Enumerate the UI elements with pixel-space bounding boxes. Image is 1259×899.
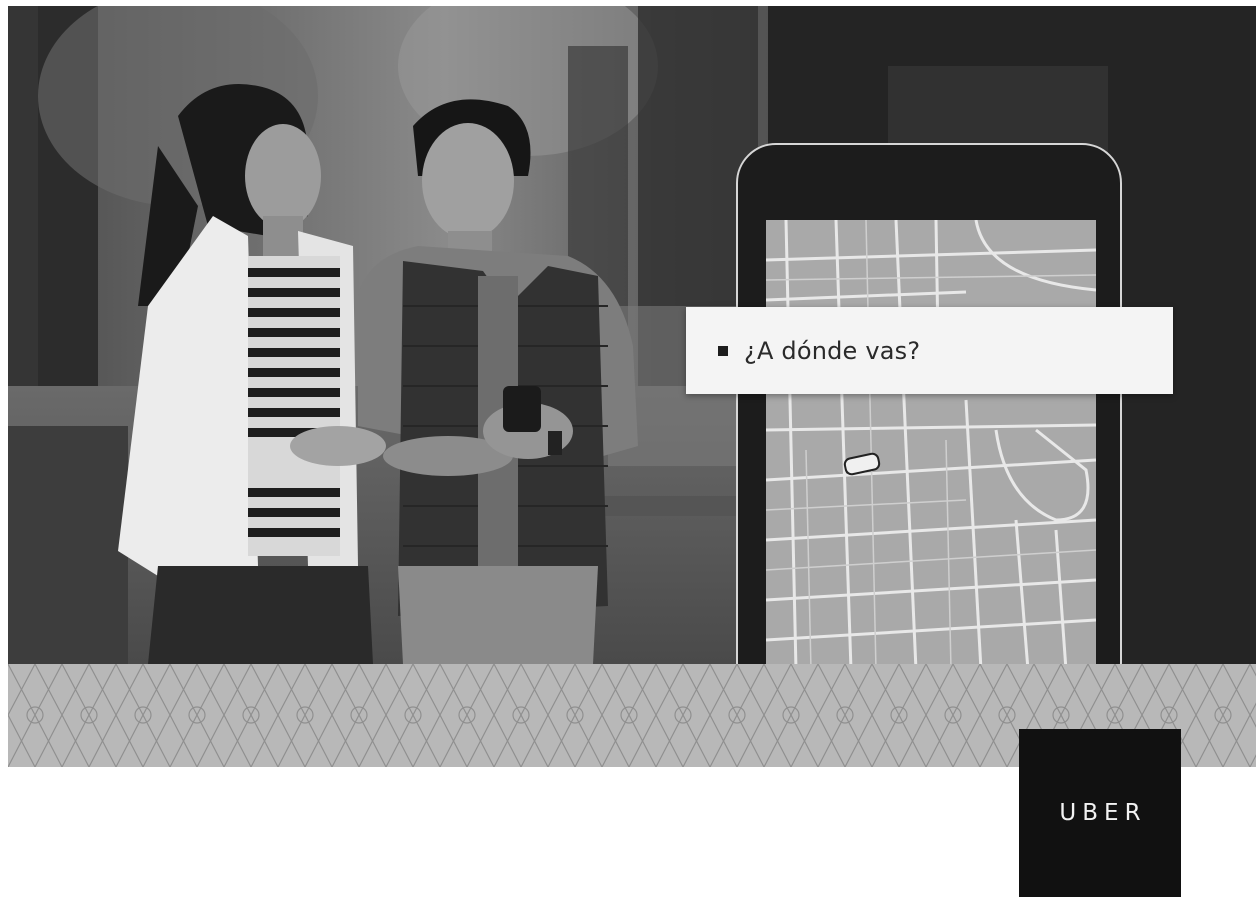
uber-logo: UBER (1019, 729, 1181, 897)
destination-search-bar[interactable]: ¿A dónde vas? (686, 307, 1173, 394)
map-view (766, 220, 1096, 670)
map-streets (766, 220, 1096, 670)
destination-square-icon (718, 345, 728, 356)
search-prompt: ¿A dónde vas? (744, 336, 921, 365)
logo-text: UBER (1059, 800, 1147, 826)
